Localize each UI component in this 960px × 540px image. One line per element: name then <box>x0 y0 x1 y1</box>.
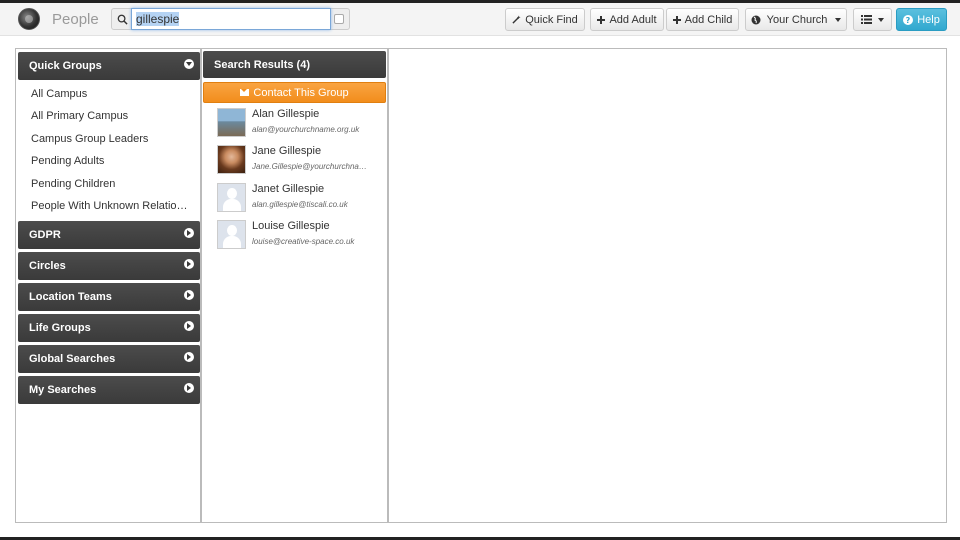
view-options-dropdown[interactable] <box>853 8 892 31</box>
church-logo-icon[interactable] <box>18 8 40 30</box>
quick-group-item[interactable]: All Primary Campus <box>31 110 191 122</box>
top-navbar: People gillespie Quick Find Add Adult Ad… <box>0 3 960 36</box>
quick-group-item[interactable]: Pending Adults <box>31 155 191 167</box>
search-input[interactable]: gillespie <box>131 8 331 30</box>
person-email: alan.gillespie@tiscali.co.uk <box>252 200 348 209</box>
group-header-location-teams[interactable]: Location Teams <box>18 283 200 311</box>
person-name: Janet Gillespie <box>252 183 325 195</box>
quick-find-label: Quick Find <box>525 13 578 26</box>
circle-arrow-right-icon <box>184 383 194 393</box>
search-results-panel: Search Results (4) Contact This Group Al… <box>201 48 388 523</box>
chevron-down-icon <box>835 17 842 22</box>
chevron-down-icon <box>878 17 884 22</box>
contact-group-label: Contact This Group <box>253 86 349 99</box>
add-child-label: Add Child <box>684 13 733 26</box>
quick-group-item[interactable]: People With Unknown Relationships <box>31 200 191 212</box>
group-header-global-searches[interactable]: Global Searches <box>18 345 200 373</box>
result-row[interactable]: Louise Gillespie louise@creative-space.c… <box>217 220 382 252</box>
person-name: Louise Gillespie <box>252 220 330 232</box>
globe-icon <box>751 15 761 24</box>
quick-group-item[interactable]: Campus Group Leaders <box>31 133 191 145</box>
group-title: My Searches <box>29 384 97 396</box>
contact-group-button[interactable]: Contact This Group <box>203 82 386 103</box>
search-results-header: Search Results (4) <box>203 51 386 78</box>
quick-group-item[interactable]: Pending Children <box>31 178 191 190</box>
group-title: Circles <box>29 260 66 272</box>
plus-icon <box>672 15 681 24</box>
quick-groups-title: Quick Groups <box>29 60 102 72</box>
search-option-checkbox[interactable] <box>334 14 344 24</box>
add-child-button[interactable]: Add Child <box>666 8 739 31</box>
circle-arrow-right-icon <box>184 352 194 362</box>
person-email: Jane.Gillespie@yourchurchname.org.uk <box>252 162 372 171</box>
avatar <box>217 108 246 137</box>
group-header-life-groups[interactable]: Life Groups <box>18 314 200 342</box>
group-title: Location Teams <box>29 291 112 303</box>
your-church-dropdown[interactable]: Your Church <box>745 8 847 31</box>
group-header-my-searches[interactable]: My Searches <box>18 376 200 404</box>
your-church-label: Your Church <box>766 13 828 26</box>
envelope-icon <box>240 89 250 96</box>
help-button[interactable]: ? Help <box>896 8 947 31</box>
group-header-gdpr[interactable]: GDPR <box>18 221 200 249</box>
circle-arrow-right-icon <box>184 290 194 300</box>
person-name: Jane Gillespie <box>252 145 322 157</box>
list-icon <box>861 15 872 24</box>
magic-wand-icon <box>512 15 521 24</box>
quick-find-button[interactable]: Quick Find <box>505 8 585 31</box>
groups-panel: Quick Groups All Campus All Primary Camp… <box>15 48 201 523</box>
add-adult-label: Add Adult <box>609 13 657 26</box>
circle-arrow-right-icon <box>184 259 194 269</box>
group-title: GDPR <box>29 229 61 241</box>
avatar <box>217 145 246 174</box>
group-title: Life Groups <box>29 322 91 334</box>
result-row[interactable]: Janet Gillespie alan.gillespie@tiscali.c… <box>217 183 382 215</box>
app-title: People <box>52 11 99 28</box>
person-detail-panel <box>388 48 947 523</box>
quick-group-item[interactable]: All Campus <box>31 88 191 100</box>
group-title: Global Searches <box>29 353 116 365</box>
circle-arrow-right-icon <box>184 228 194 238</box>
circle-arrow-right-icon <box>184 321 194 331</box>
person-email: alan@yourchurchname.org.uk <box>252 125 360 134</box>
question-circle-icon: ? <box>903 14 914 25</box>
avatar-placeholder-icon <box>217 220 246 249</box>
search-box: gillespie <box>111 8 350 30</box>
circle-arrow-down-icon <box>184 59 194 69</box>
svg-text:?: ? <box>906 16 911 25</box>
result-row[interactable]: Jane Gillespie Jane.Gillespie@yourchurch… <box>217 145 382 177</box>
search-icon[interactable] <box>112 9 132 29</box>
group-header-circles[interactable]: Circles <box>18 252 200 280</box>
result-row[interactable]: Alan Gillespie alan@yourchurchname.org.u… <box>217 108 382 140</box>
plus-icon <box>597 15 606 24</box>
person-name: Alan Gillespie <box>252 108 320 120</box>
quick-groups-header[interactable]: Quick Groups <box>18 52 200 80</box>
add-adult-button[interactable]: Add Adult <box>590 8 664 31</box>
person-email: louise@creative-space.co.uk <box>252 237 355 246</box>
help-label: Help <box>917 13 940 26</box>
avatar-placeholder-icon <box>217 183 246 212</box>
search-input-value: gillespie <box>136 12 180 26</box>
search-results-title: Search Results (4) <box>214 58 310 71</box>
